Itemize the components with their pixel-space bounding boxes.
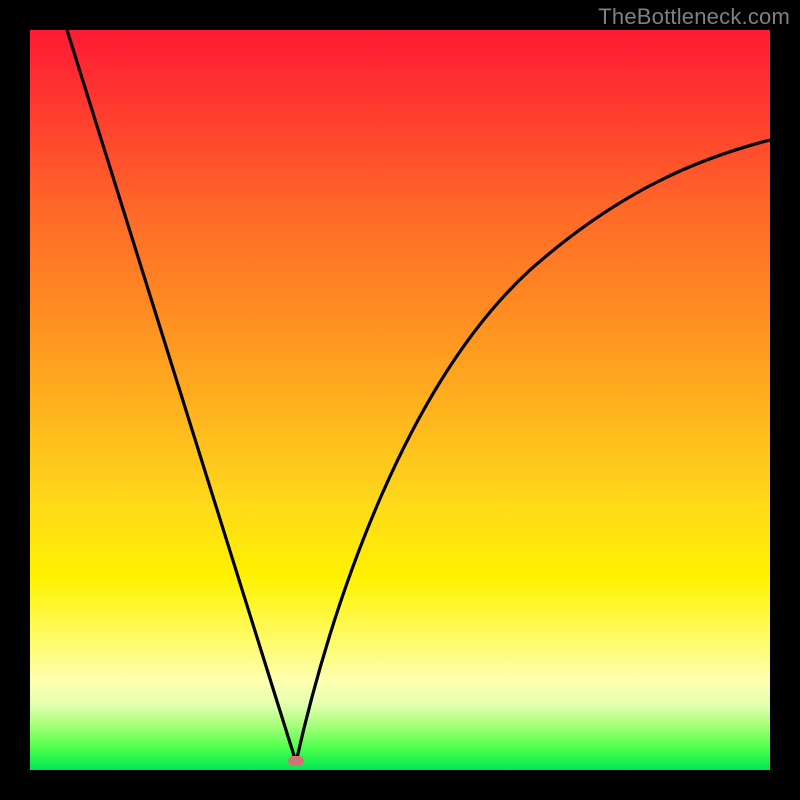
bottleneck-curve (30, 30, 770, 770)
optimum-marker (288, 756, 304, 766)
plot-area (30, 30, 770, 770)
watermark-text: TheBottleneck.com (598, 4, 790, 30)
chart-frame: TheBottleneck.com (0, 0, 800, 800)
